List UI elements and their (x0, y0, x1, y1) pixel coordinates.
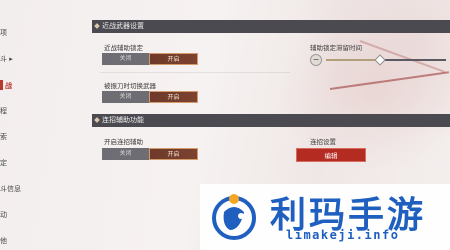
combo-enable-label: 开启连招辅助 (104, 138, 143, 146)
sidebar-item[interactable]: 斗 ▸ (0, 54, 13, 64)
assist-lock-label: 近战辅助锁定 (104, 44, 143, 52)
diamond-icon (94, 23, 100, 29)
toggle-off-option[interactable]: 关闭 (102, 148, 149, 160)
sidebar-item[interactable]: 程 (0, 106, 7, 116)
minus-button[interactable]: − (310, 54, 322, 66)
toggle-on-option[interactable]: 开启 (149, 91, 198, 103)
sidebar-item[interactable]: 动 (0, 210, 7, 220)
edit-button[interactable]: 编辑 (296, 148, 366, 162)
sidebar-item[interactable]: 定 (0, 158, 7, 168)
toggle-on-option[interactable]: 开启 (149, 53, 198, 65)
sidebar-item-label: 项 (0, 29, 7, 37)
minus-icon: − (312, 55, 320, 64)
sidebar-item-label: 动 (0, 211, 7, 219)
combo-enable-toggle[interactable]: 关闭 开启 (102, 148, 198, 160)
sidebar-item-label: 斗信息 (0, 185, 21, 193)
sidebar-item-active[interactable]: 战 (5, 81, 12, 91)
switch-weapon-toggle[interactable]: 关闭 开启 (102, 91, 198, 103)
section-title: 近战武器设置 (102, 22, 144, 30)
combo-settings-label: 连招设置 (310, 138, 336, 146)
sidebar-item-label: 索 (0, 133, 7, 141)
section-header-combo: 连招辅助功能 (92, 114, 450, 127)
section-header-melee: 近战武器设置 (92, 20, 450, 33)
toggle-on-option[interactable]: 开启 (149, 148, 198, 160)
sidebar-item[interactable]: 他 (0, 236, 7, 246)
watermark-url: limakeji.info (286, 228, 400, 242)
watermark-banner: 利玛手游 limakeji.info (200, 184, 450, 250)
sidebar-item[interactable]: 项 (0, 28, 7, 38)
sidebar-item-label: 他 (0, 237, 7, 245)
sidebar-item[interactable]: 斗信息 (0, 184, 21, 194)
lock-time-label: 辅助锁定滞留时间 (310, 44, 362, 52)
toggle-off-option[interactable]: 关闭 (102, 91, 149, 103)
sidebar: 项 斗 ▸ 战 程 索 定 斗信息 动 他 (0, 0, 28, 250)
sidebar-item[interactable]: 索 (0, 132, 7, 142)
active-marker (0, 80, 3, 90)
sidebar-item-label: 战 (5, 82, 12, 90)
toggle-off-option[interactable]: 关闭 (102, 53, 149, 65)
diamond-icon (94, 117, 100, 123)
divider (100, 72, 290, 73)
assist-lock-toggle[interactable]: 关闭 开启 (102, 53, 198, 65)
section-title: 连招辅助功能 (102, 116, 144, 124)
sidebar-item-label: 斗 ▸ (0, 55, 13, 63)
switch-weapon-label: 被振刀时切换武器 (104, 82, 156, 90)
watermark-logo-icon (212, 194, 256, 240)
sidebar-item-label: 程 (0, 107, 7, 115)
lock-time-slider-fill (326, 59, 380, 61)
sidebar-item-label: 定 (0, 159, 7, 167)
